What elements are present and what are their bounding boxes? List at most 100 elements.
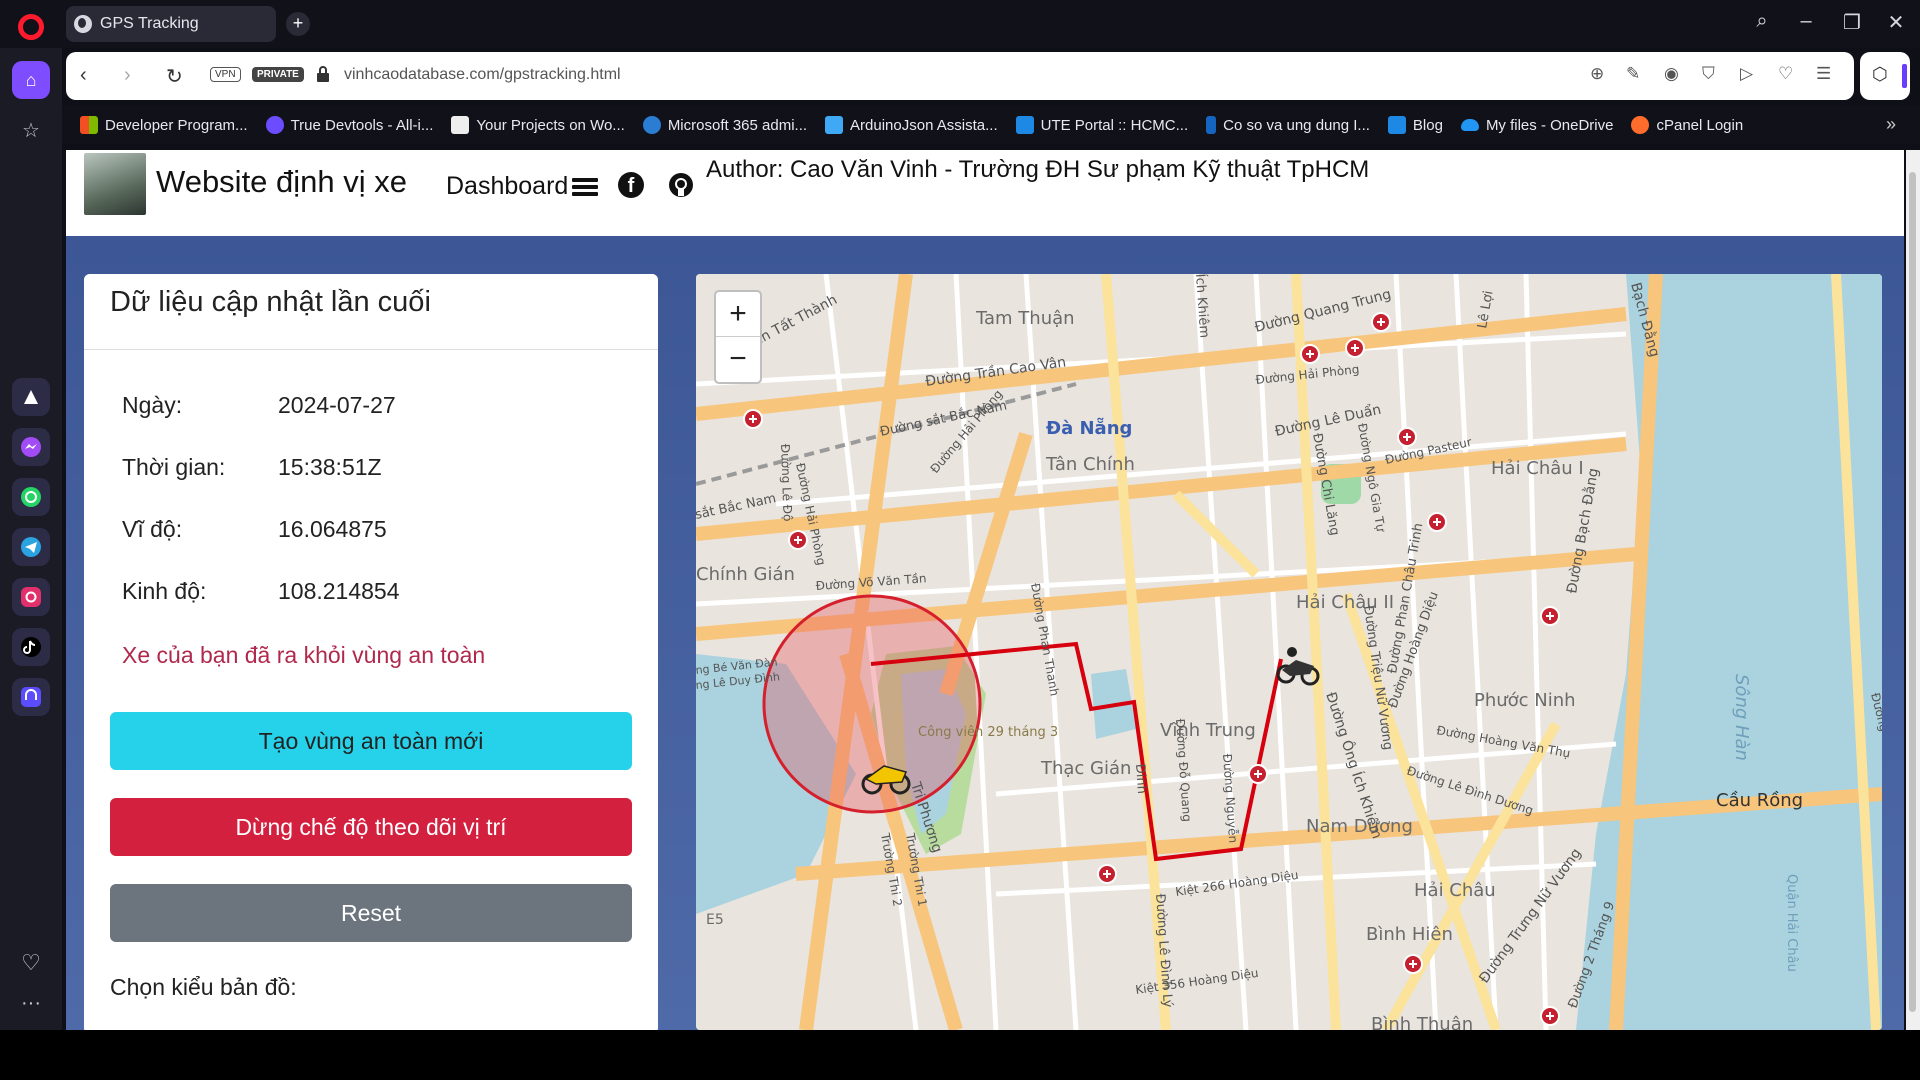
- tab-title: GPS Tracking: [100, 15, 199, 32]
- heart-icon[interactable]: ♡: [12, 944, 50, 982]
- whatsapp-icon[interactable]: [12, 478, 50, 516]
- stop-tracking-button[interactable]: Dừng chế độ theo dõi vị trí: [110, 798, 632, 856]
- zoom-out-button[interactable]: −: [716, 337, 760, 382]
- private-badge: PRIVATE: [252, 67, 304, 82]
- bookmark-item[interactable]: Microsoft 365 admi...: [642, 116, 807, 134]
- bookmark-item[interactable]: True Devtools - All-i...: [265, 116, 433, 134]
- hospital-marker[interactable]: [1403, 954, 1423, 974]
- blog-icon: [1387, 116, 1406, 134]
- back-icon[interactable]: ‹: [80, 64, 87, 87]
- microsoft-icon: [80, 116, 98, 134]
- profile-indicator[interactable]: [1902, 64, 1907, 88]
- hospital-marker[interactable]: [1300, 344, 1320, 364]
- messenger-icon[interactable]: [12, 428, 50, 466]
- scrollbar-thumb[interactable]: [1909, 172, 1916, 1012]
- bookmark-item[interactable]: My files - OneDrive: [1460, 117, 1613, 134]
- opera-logo-icon[interactable]: [18, 14, 44, 40]
- url-field[interactable]: vinhcaodatabase.com/gpstracking.html: [344, 66, 621, 84]
- avatar: [84, 153, 146, 215]
- forward-icon[interactable]: ›: [124, 64, 131, 87]
- send-icon[interactable]: ▷: [1740, 64, 1753, 84]
- label-phuoc-ninh: Phước Ninh: [1474, 690, 1576, 711]
- globe-icon: [74, 15, 92, 33]
- longitude-value: 108.214854: [278, 578, 400, 604]
- more-options-icon[interactable]: ···: [12, 984, 50, 1022]
- home-icon[interactable]: ⌂: [12, 61, 50, 99]
- date-row: Ngày: 2024-07-27: [122, 392, 396, 418]
- last-update-card: Dữ liệu cập nhật lần cuối Ngày: 2024-07-2…: [84, 274, 658, 1030]
- bookmark-item[interactable]: ArduinoJson Assista...: [825, 116, 998, 134]
- bookmark-item[interactable]: Blog: [1387, 116, 1443, 134]
- easy-setup-icon[interactable]: ☰: [1816, 64, 1831, 84]
- bookmark-item[interactable]: Co so va ung dung I...: [1206, 116, 1370, 134]
- facebook-icon[interactable]: f: [618, 172, 644, 198]
- label-tan-chinh: Tân Chính: [1045, 454, 1135, 475]
- zoom-lens-icon[interactable]: ⊕: [1590, 64, 1604, 84]
- devtools-icon: [265, 116, 284, 134]
- bookmarks-star-icon[interactable]: ☆: [12, 111, 50, 149]
- aria-icon[interactable]: [12, 378, 50, 416]
- reload-icon[interactable]: ↻: [166, 64, 183, 89]
- label-hai-chau: Hải Châu: [1414, 880, 1496, 901]
- adblock-shield-icon[interactable]: ⛉: [1702, 64, 1715, 84]
- hospital-marker[interactable]: [1345, 338, 1365, 358]
- hospital-marker[interactable]: [1371, 312, 1391, 332]
- tab-gps-tracking[interactable]: GPS Tracking: [66, 6, 276, 42]
- hospital-marker[interactable]: [1097, 864, 1117, 884]
- bottom-bar: [0, 1030, 1920, 1080]
- hospital-marker[interactable]: [1427, 512, 1447, 532]
- minimize-icon[interactable]: –: [1792, 10, 1820, 33]
- arduinojson-icon: [825, 116, 844, 134]
- street-label: Đinh: [1132, 763, 1149, 794]
- github-icon[interactable]: [668, 172, 694, 198]
- bookmark-item[interactable]: cPanel Login: [1631, 116, 1743, 134]
- dashboard-link[interactable]: Dashboard: [446, 172, 599, 201]
- author-text: Author: Cao Văn Vinh - Trường ĐH Sư phạm…: [706, 156, 1370, 183]
- zoom-in-button[interactable]: +: [716, 292, 760, 337]
- map-type-label: Chọn kiểu bản đồ:: [110, 974, 297, 1000]
- edit-icon[interactable]: ✎: [1626, 64, 1640, 84]
- hospital-marker[interactable]: [743, 409, 763, 429]
- map-canvas[interactable]: Tam Thuận Đà Nẵng Tân Chính Hải Châu I H…: [696, 274, 1882, 1030]
- bookmark-item[interactable]: Developer Program...: [80, 116, 248, 134]
- course-icon: [1206, 116, 1217, 134]
- date-value: 2024-07-27: [278, 392, 396, 418]
- cpanel-icon: [1631, 116, 1650, 134]
- hospital-marker[interactable]: [1540, 1006, 1560, 1026]
- bookmarks-overflow-icon[interactable]: »: [1886, 114, 1896, 135]
- telegram-icon[interactable]: [12, 528, 50, 566]
- hospital-marker[interactable]: [1248, 764, 1268, 784]
- page-scrollbar[interactable]: [1906, 150, 1920, 1030]
- maximize-icon[interactable]: ❐: [1838, 10, 1866, 35]
- tiktok-icon[interactable]: [12, 628, 50, 666]
- search-tabs-icon[interactable]: ⌕: [1748, 10, 1776, 33]
- hospital-marker[interactable]: [788, 530, 808, 550]
- heart-bookmark-icon[interactable]: ♡: [1778, 64, 1793, 84]
- hospital-marker[interactable]: [1540, 606, 1560, 626]
- reset-button[interactable]: Reset: [110, 884, 632, 942]
- create-safe-zone-button[interactable]: Tạo vùng an toàn mới: [110, 712, 632, 770]
- vpn-badge[interactable]: VPN: [210, 67, 241, 82]
- hospital-marker[interactable]: [1397, 427, 1417, 447]
- out-of-zone-warning: Xe của bạn đã ra khỏi vùng an toàn: [122, 642, 486, 668]
- latitude-row: Vĩ độ: 16.064875: [122, 516, 387, 542]
- label-binh-hien: Bình Hiên: [1366, 924, 1453, 945]
- bookmark-item[interactable]: Your Projects on Wo...: [451, 116, 625, 134]
- instagram-icon[interactable]: [12, 578, 50, 616]
- new-tab-button[interactable]: +: [286, 12, 310, 36]
- label-da-nang: Đà Nẵng: [1046, 417, 1132, 439]
- extensions-cube-icon[interactable]: ⬡: [1872, 64, 1888, 85]
- label-cong-vien: Công viên 29 tháng 3: [918, 725, 1058, 740]
- site-title[interactable]: Website định vị xe: [156, 164, 407, 200]
- lock-icon[interactable]: [316, 66, 330, 82]
- dashboard-menu-icon: [572, 177, 599, 196]
- camera-icon[interactable]: ◉: [1664, 64, 1679, 84]
- bookmarks-bar: Developer Program... True Devtools - All…: [62, 106, 1920, 144]
- bookmark-item[interactable]: UTE Portal :: HCMC...: [1015, 116, 1188, 134]
- map-container[interactable]: Tam Thuận Đà Nẵng Tân Chính Hải Châu I H…: [696, 274, 1882, 1030]
- site-header: Website định vị xe Dashboard f Author: C…: [66, 150, 1904, 236]
- card-title: Dữ liệu cập nhật lần cuối: [110, 286, 431, 318]
- close-window-icon[interactable]: ✕: [1882, 10, 1910, 35]
- music-player-icon[interactable]: [12, 678, 50, 716]
- browser-sidebar: ⌂ ☆ ♡ ···: [0, 48, 62, 1030]
